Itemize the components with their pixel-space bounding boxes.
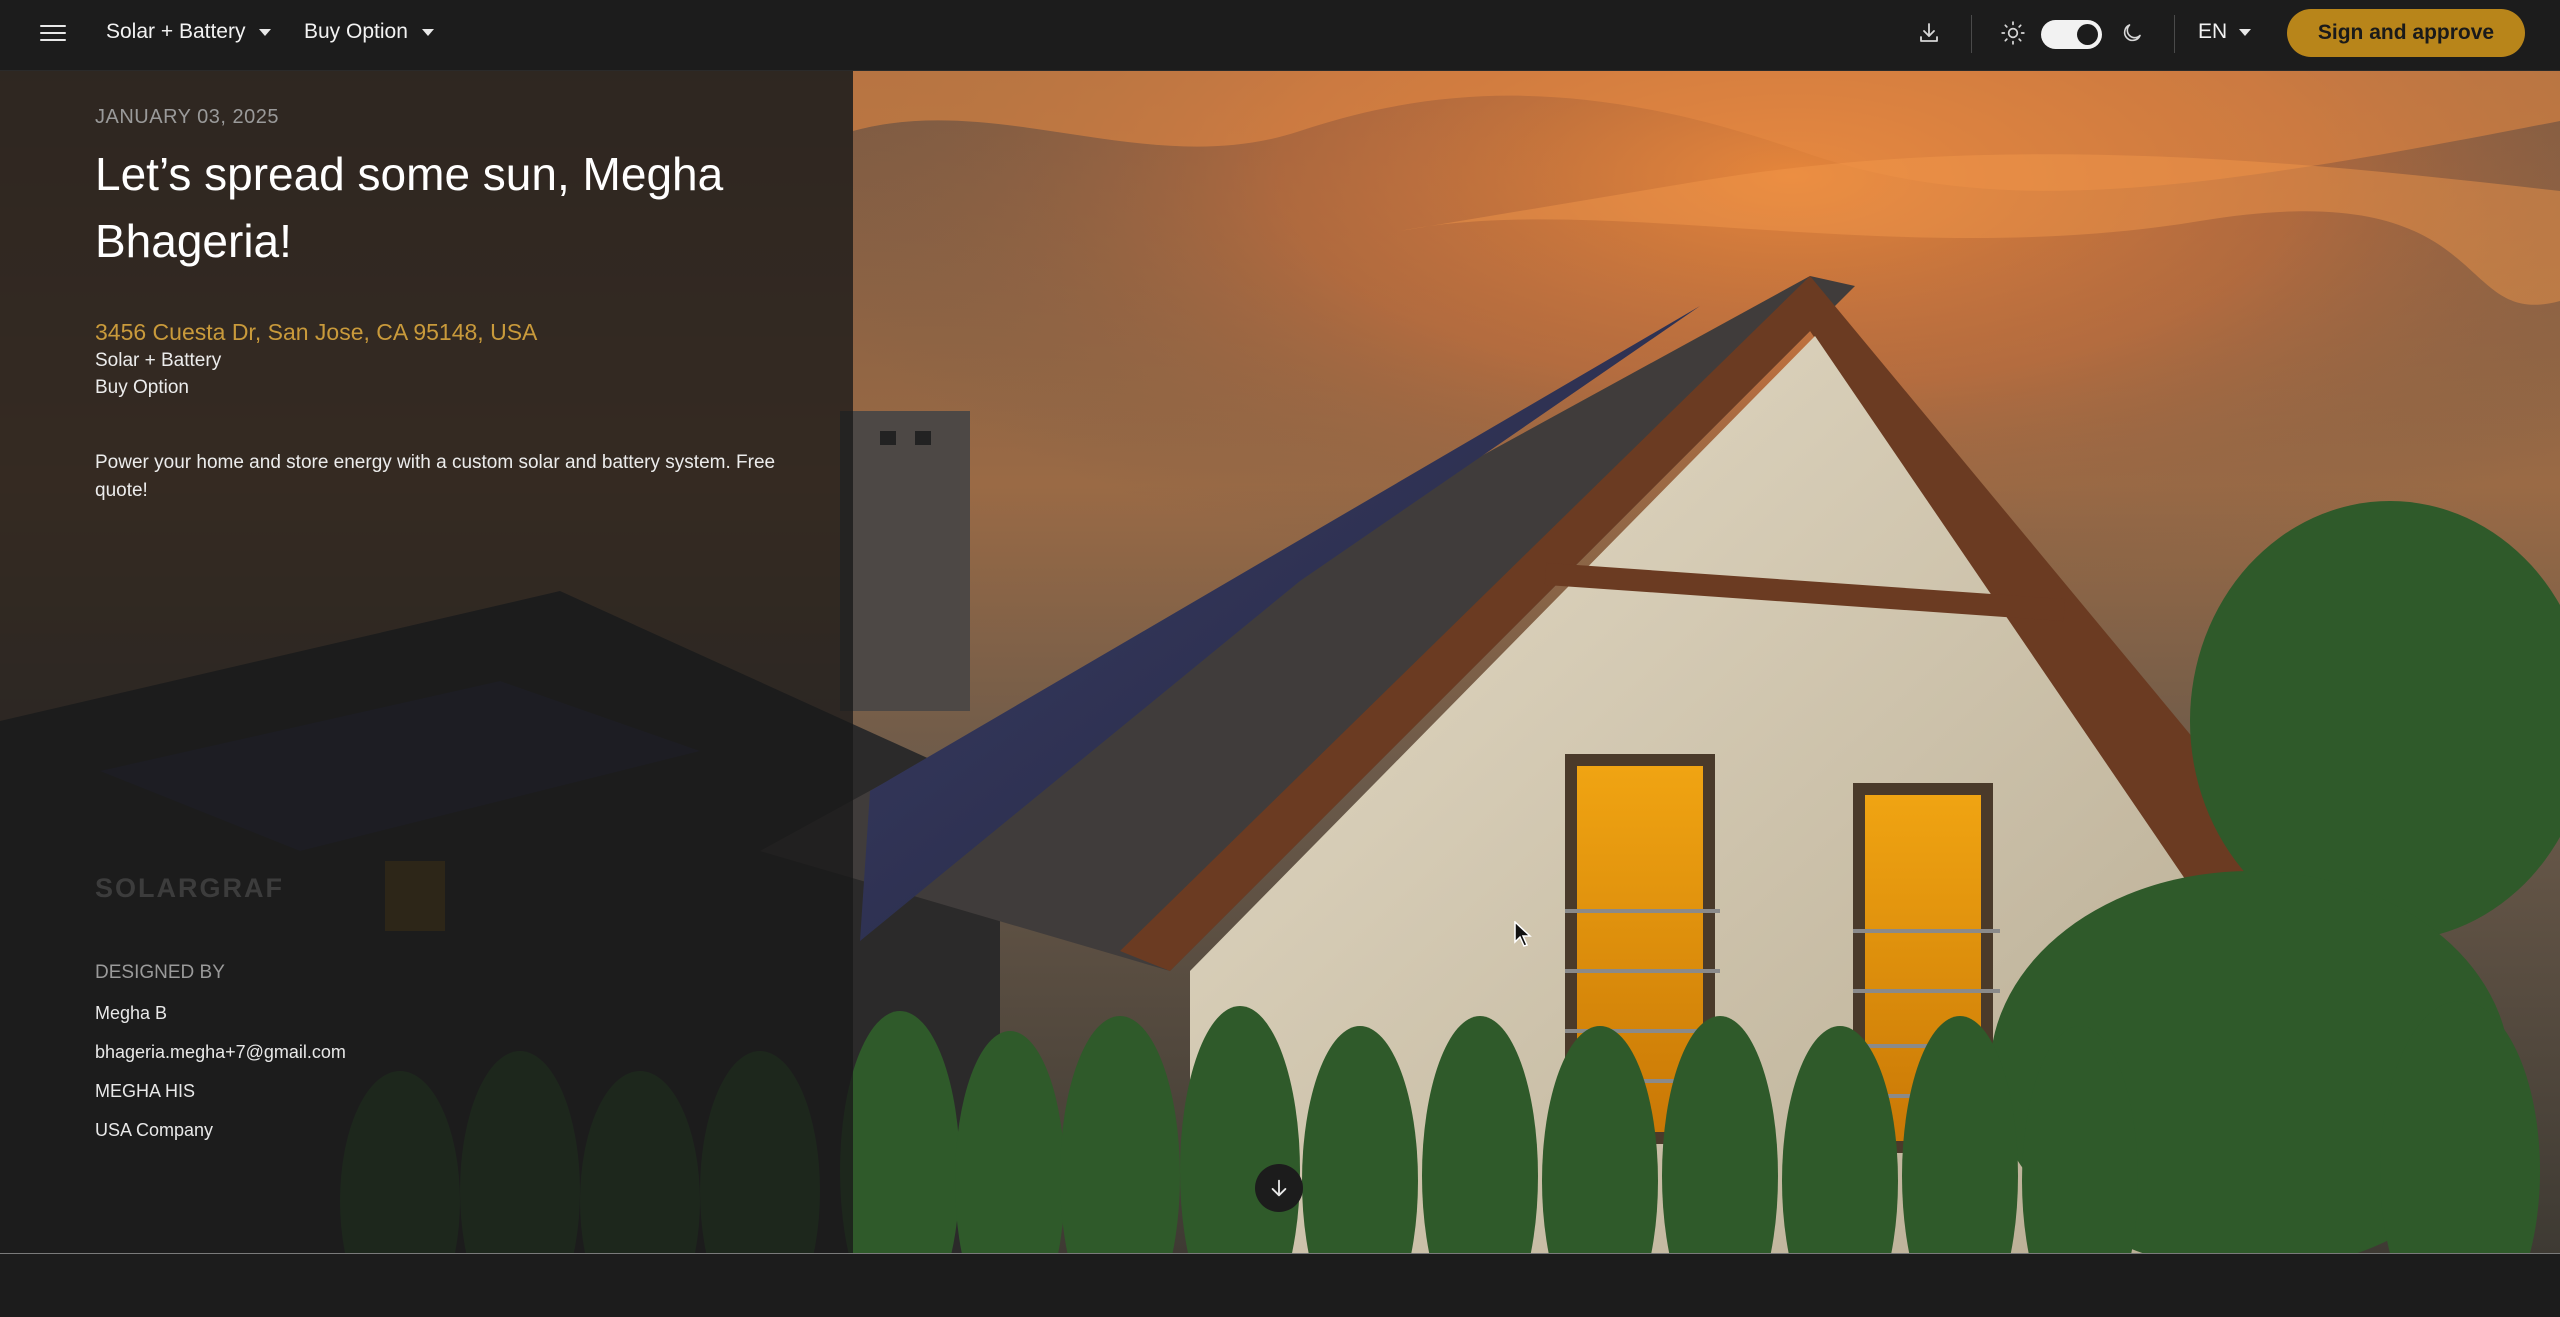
site-address: 3456 Cuesta Dr, San Jose, CA 95148, USA — [95, 319, 538, 345]
hero-section: JANUARY 03, 2025 Let’s spread some sun, … — [0, 71, 2560, 1254]
top-bar: Solar + Battery Buy Option EN Sign and a… — [0, 0, 2560, 71]
page-title: Let’s spread some sun, Megha Bhageria! — [95, 148, 724, 267]
mouse-cursor-icon — [1514, 921, 1532, 947]
product-dropdown-label: Solar + Battery — [106, 20, 246, 43]
proposal-date: JANUARY 03, 2025 — [95, 106, 280, 128]
language-selector[interactable]: EN — [2198, 20, 2252, 44]
purchase-option: Buy Option — [95, 377, 189, 398]
chevron-down-icon — [421, 28, 434, 36]
designer-country: USA Company — [95, 1120, 214, 1140]
chevron-down-icon — [259, 28, 272, 36]
theme-toggle[interactable] — [2041, 20, 2102, 49]
hero-description: Power your home and store energy with a … — [95, 452, 776, 501]
toggle-knob — [2077, 24, 2098, 45]
product-type: Solar + Battery — [95, 350, 222, 371]
designer-email: bhageria.megha+7@gmail.com — [95, 1042, 346, 1062]
divider — [1971, 15, 1972, 53]
designed-by-label: DESIGNED BY — [95, 962, 225, 983]
language-label: EN — [2198, 20, 2228, 43]
designer-name: Megha B — [95, 1003, 168, 1023]
hamburger-menu-icon[interactable] — [40, 23, 66, 43]
download-icon[interactable] — [1914, 18, 1944, 48]
section-divider — [0, 1253, 2560, 1254]
option-dropdown-label: Buy Option — [304, 20, 408, 43]
arrow-down-icon — [1271, 1179, 1287, 1197]
designer-company: MEGHA HIS — [95, 1081, 196, 1101]
divider — [2174, 15, 2175, 53]
chevron-down-icon — [2239, 28, 2252, 36]
solargraf-logo: SOLARGRAF — [95, 873, 284, 903]
option-dropdown[interactable]: Buy Option — [304, 20, 434, 44]
scroll-down-button[interactable] — [1255, 1164, 1303, 1212]
sign-and-approve-button[interactable]: Sign and approve — [2287, 9, 2525, 57]
sun-icon[interactable] — [1998, 18, 2028, 48]
product-dropdown[interactable]: Solar + Battery — [106, 20, 272, 44]
moon-icon[interactable] — [2117, 18, 2147, 48]
